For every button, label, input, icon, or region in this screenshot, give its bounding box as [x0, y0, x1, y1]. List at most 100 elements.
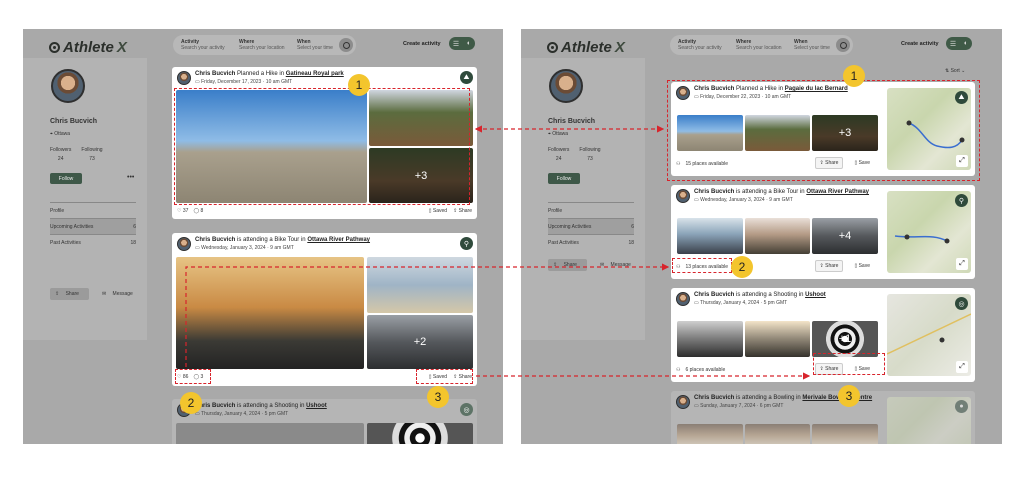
more-photos-count: +2 — [413, 336, 427, 348]
message-button[interactable]: ✉ Message — [595, 259, 641, 271]
user-name[interactable]: Chris Bucvich — [694, 189, 734, 195]
activity-card[interactable]: Chris Bucvich is attending a Bike Tour i… — [172, 233, 477, 386]
save-button[interactable]: ▯ Save — [849, 260, 875, 272]
place-link[interactable]: Ushoot — [805, 292, 826, 298]
comment-button[interactable]: ◯ 8 — [193, 208, 203, 214]
follow-button[interactable]: Follow — [50, 173, 82, 184]
card-date: ▭ Wednesday, January 3, 2024 · 9 am GMT — [195, 245, 370, 251]
share-profile-button[interactable]: ⇪ Share — [50, 288, 89, 300]
view-toggle[interactable]: ☰ ◐ — [946, 37, 972, 50]
share-label: Share — [65, 291, 79, 297]
message-label: Message — [610, 262, 631, 268]
user-name[interactable]: Chris Bucvich — [195, 71, 235, 77]
annotation-badge-3: 3 — [427, 386, 449, 408]
photo-more[interactable]: +4 — [812, 218, 878, 254]
avatar[interactable] — [51, 69, 85, 103]
photo-more[interactable]: +1 — [812, 321, 878, 357]
where-placeholder: Search your location — [239, 45, 285, 51]
location-text: Ottawa — [54, 131, 71, 137]
photo-thumb[interactable] — [745, 218, 810, 254]
photo-thumb[interactable] — [745, 321, 810, 357]
card-reactions: ♡ 37 ◯ 8 — [177, 208, 203, 214]
profile-location: ⌖ Ottawa — [548, 131, 568, 137]
place-link[interactable]: Ottawa River Pathway — [806, 189, 869, 195]
profile-location: ⌖ Ottawa — [50, 131, 70, 137]
avatar[interactable] — [549, 69, 583, 103]
avatar[interactable] — [177, 71, 191, 85]
card-title: Chris Bucvich Planned a Hike in Gatineau… — [195, 71, 344, 77]
route-map[interactable]: ⚲ ⤢ — [887, 191, 971, 273]
share-button[interactable]: ⇪ Share — [814, 260, 844, 272]
photo-more[interactable]: +2 — [367, 315, 473, 369]
location-map[interactable]: ● — [887, 397, 971, 444]
share-button[interactable]: ⇪ Share — [453, 208, 472, 214]
avatar[interactable] — [676, 395, 690, 409]
card-header: Chris Bucvich is attending a Bike Tour i… — [676, 189, 869, 203]
user-name[interactable]: Chris Bucvich — [195, 237, 235, 243]
place-link[interactable]: Ottawa River Pathway — [307, 237, 370, 243]
photo-thumb[interactable] — [677, 424, 743, 444]
expand-icon[interactable]: ⤢ — [956, 258, 968, 270]
menu-item-upcoming[interactable]: Upcoming Activities 6 — [548, 218, 634, 234]
following-count: 73 — [587, 156, 593, 162]
search-bar[interactable]: Activity Search your activity Where Search… — [173, 35, 356, 55]
followers-count: 24 — [555, 156, 562, 162]
search-icon[interactable] — [836, 38, 850, 52]
annotation-badge-2: 2 — [180, 392, 202, 414]
place-link[interactable]: Gatineau Royal park — [286, 71, 344, 77]
target-icon: ◎ — [460, 403, 473, 416]
card-actions: ⇪ Share ▯ Save — [814, 260, 875, 272]
user-name[interactable]: Chris Bucvich — [694, 292, 734, 298]
saved-button[interactable]: ▯ Saved — [429, 208, 447, 214]
message-label: Message — [112, 291, 133, 297]
activity-field[interactable]: Activity Search your activity — [678, 39, 736, 51]
create-activity-link[interactable]: Create activity — [403, 41, 441, 47]
where-field[interactable]: Where Search your location — [736, 39, 794, 51]
logo[interactable]: Athlete X — [49, 39, 127, 56]
place-link[interactable]: Ushoot — [306, 403, 327, 409]
photo-thumb[interactable] — [677, 321, 743, 357]
share-profile-button[interactable]: ⇪ Share — [548, 259, 587, 271]
logo[interactable]: Athlete X — [547, 39, 625, 56]
menu-item-past[interactable]: Past Activities 18 — [50, 234, 136, 250]
user-name[interactable]: Chris Bucvich — [694, 395, 734, 401]
photo-thumb[interactable] — [367, 257, 473, 313]
search-icon[interactable] — [339, 38, 353, 52]
logo-text: Athlete — [63, 39, 114, 56]
sort-dropdown[interactable]: ⇅ Sort ⌄ — [945, 68, 965, 74]
card-header: Chris Bucvich Planned a Hike in Gatineau… — [177, 71, 344, 85]
avatar[interactable] — [676, 292, 690, 306]
expand-icon[interactable]: ⤢ — [956, 361, 968, 373]
menu-item-upcoming[interactable]: Upcoming Activities 6 — [50, 218, 136, 234]
location-map[interactable]: ◎ ⤢ — [887, 294, 971, 376]
avatar[interactable] — [676, 189, 690, 203]
highlight-box-1-after — [667, 80, 980, 181]
more-options-icon[interactable]: ••• — [127, 174, 134, 181]
create-activity-link[interactable]: Create activity — [901, 41, 939, 47]
photo-thumb[interactable] — [745, 424, 810, 444]
photo-main[interactable] — [176, 257, 364, 369]
menu-item-past[interactable]: Past Activities 18 — [548, 234, 634, 250]
photo-thumb[interactable] — [367, 423, 473, 444]
search-bar[interactable]: Activity Search your activity Where Search… — [670, 35, 853, 55]
follow-button[interactable]: Follow — [548, 173, 580, 184]
people-icon: ⚇ — [676, 367, 681, 373]
card-date: ▭ Thursday, January 4, 2024 · 5 pm GMT — [195, 411, 327, 417]
highlight-box-2-after — [672, 258, 732, 273]
photo-main[interactable] — [176, 423, 364, 444]
activity-field[interactable]: Activity Search your activity — [181, 39, 239, 51]
map-icon: ◐ — [466, 40, 472, 47]
photo-thumb[interactable] — [677, 218, 743, 254]
activity-card[interactable]: Chris Bucvich is attending a Bowling in … — [671, 391, 975, 444]
annotation-badge-1: 1 — [843, 65, 865, 87]
following-count: 73 — [89, 156, 95, 162]
menu-item-profile[interactable]: Profile — [548, 202, 634, 218]
avatar[interactable] — [177, 237, 191, 251]
where-field[interactable]: Where Search your location — [239, 39, 297, 51]
photo-thumb[interactable] — [812, 424, 878, 444]
menu-item-profile[interactable]: Profile — [50, 202, 136, 218]
activity-verb: Planned a Hike in — [237, 71, 285, 77]
view-toggle[interactable]: ☰ ◐ — [449, 37, 475, 50]
like-button[interactable]: ♡ 37 — [177, 208, 188, 214]
message-button[interactable]: ✉ Message — [97, 288, 143, 300]
